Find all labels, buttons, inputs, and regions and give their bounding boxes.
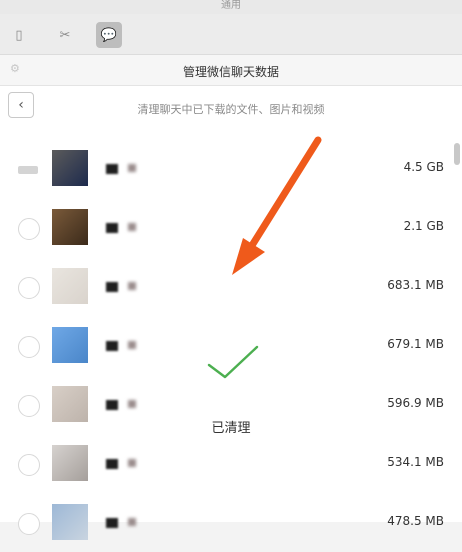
arrow-annotation xyxy=(232,136,322,275)
app-window: 通用 ▯ ✂ 💬 ⚙ 管理微信聊天数据 ‹ 清理聊天中已下载的文件、图片和视频 … xyxy=(0,0,462,540)
